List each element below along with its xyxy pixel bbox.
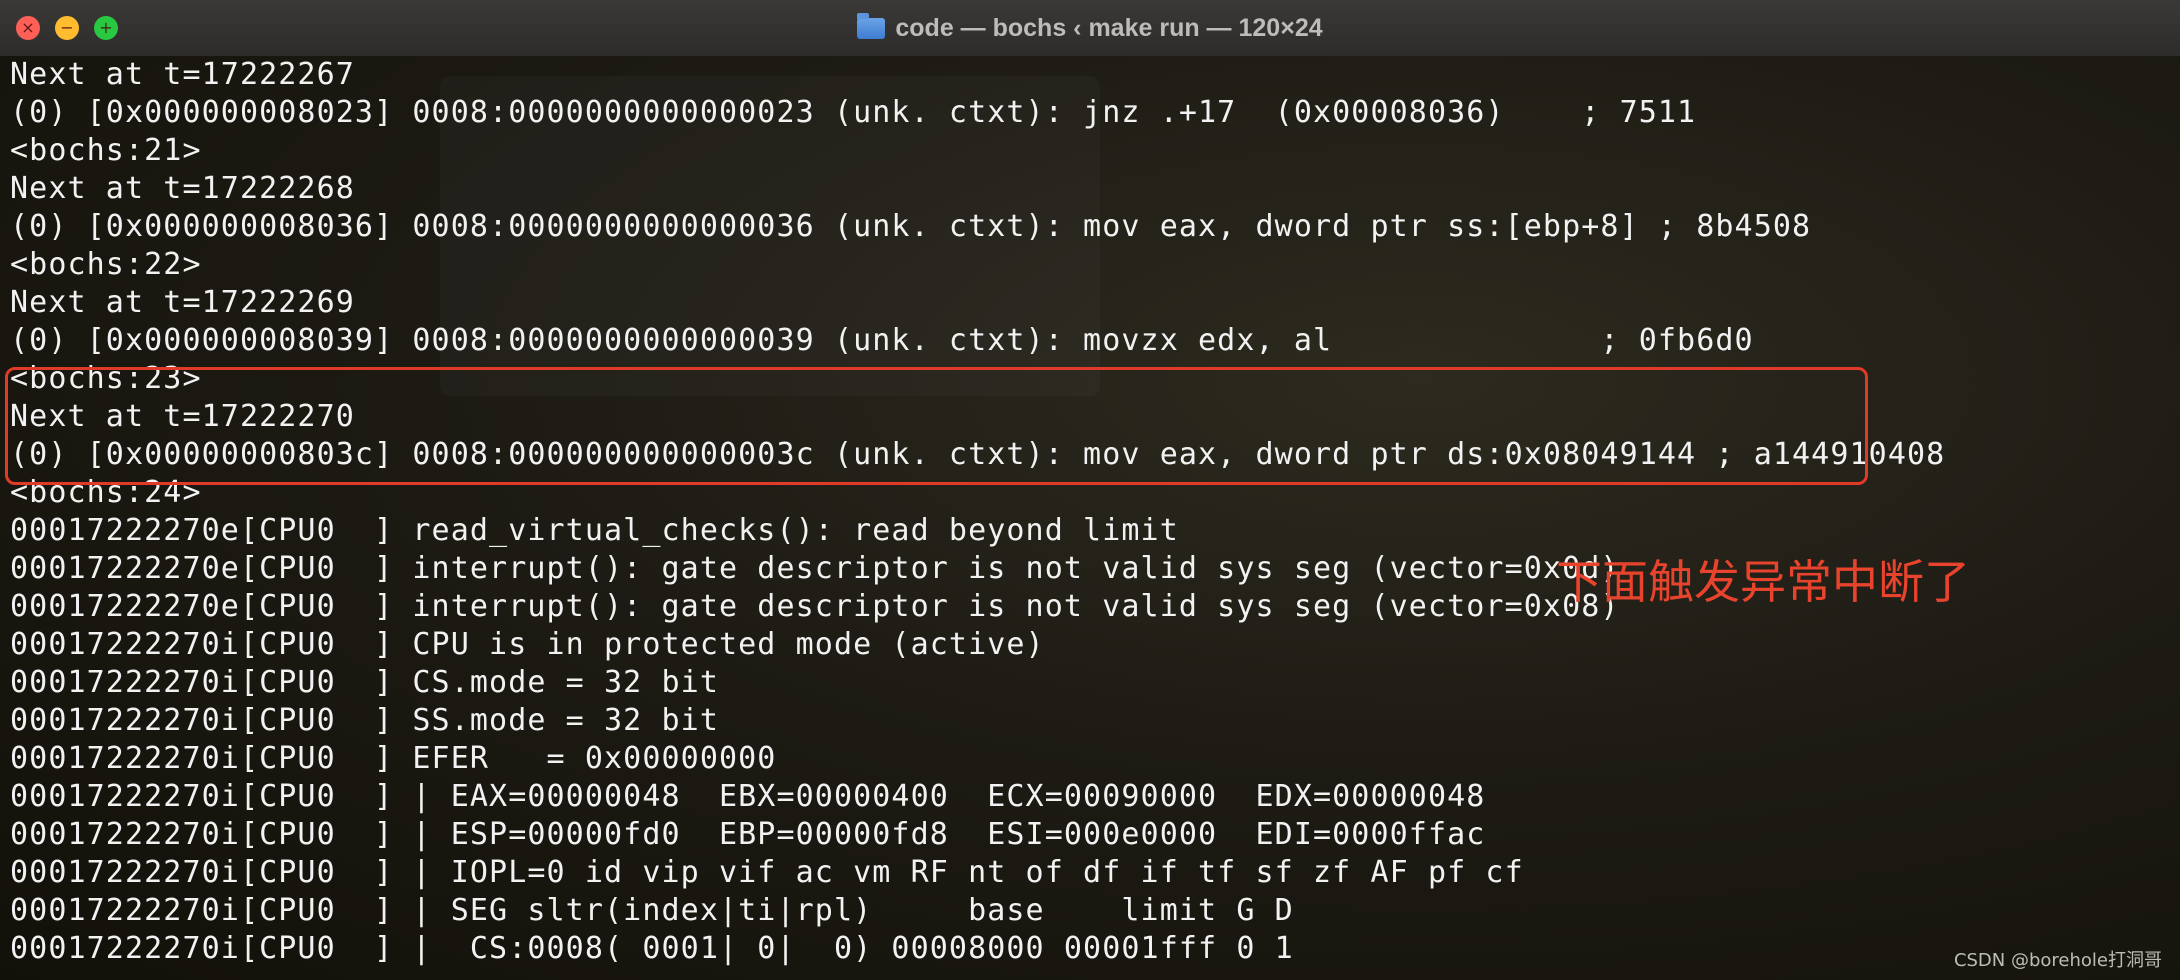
window-title-text: code — bochs ‹ make run — 120×24 — [895, 14, 1323, 42]
folder-icon — [857, 13, 886, 39]
terminal-line: 00017222270i[CPU0 ] | EAX=00000048 EBX=0… — [10, 779, 1486, 814]
terminal-content[interactable]: Next at t=17222267 (0) [0x000000008023] … — [0, 56, 2180, 980]
terminal-line: 00017222270i[CPU0 ] SS.mode = 32 bit — [10, 703, 719, 738]
terminal-line: 00017222270i[CPU0 ] | CS:0008( 0001| 0| … — [10, 931, 1294, 966]
terminal-line: 00017222270i[CPU0 ] | SEG sltr(index|ti|… — [10, 893, 1294, 928]
terminal-line: (0) [0x000000008039] 0008:00000000000000… — [10, 323, 1754, 358]
highlight-box — [5, 367, 1868, 485]
terminal-line: 00017222270e[CPU0 ] read_virtual_checks(… — [10, 513, 1179, 548]
title-bar[interactable]: × − + code — bochs ‹ make run — 120×24 — [0, 0, 2180, 57]
terminal-line: 00017222270i[CPU0 ] EFER = 0x00000000 — [10, 741, 777, 776]
terminal-line: Next at t=17222268 — [10, 171, 355, 206]
window-title: code — bochs ‹ make run — 120×24 — [0, 0, 2180, 56]
terminal-window: × − + code — bochs ‹ make run — 120×24 N… — [0, 0, 2180, 980]
terminal-line: (0) [0x000000008036] 0008:00000000000000… — [10, 209, 1812, 244]
annotation-text: 下面触发异常中断了 — [1556, 555, 1970, 609]
terminal-output: Next at t=17222267 (0) [0x000000008023] … — [10, 56, 1945, 968]
terminal-line: <bochs:21> — [10, 133, 202, 168]
terminal-line: 00017222270i[CPU0 ] CPU is in protected … — [10, 627, 1045, 662]
terminal-line: 00017222270i[CPU0 ] | ESP=00000fd0 EBP=0… — [10, 817, 1486, 852]
terminal-line: Next at t=17222267 — [10, 57, 355, 92]
terminal-line: <bochs:22> — [10, 247, 202, 282]
terminal-line: (0) [0x000000008023] 0008:00000000000000… — [10, 95, 1697, 130]
watermark: CSDN @borehole打洞哥 — [1953, 950, 2162, 971]
terminal-line: Next at t=17222269 — [10, 285, 355, 320]
terminal-line: 00017222270i[CPU0 ] CS.mode = 32 bit — [10, 665, 719, 700]
terminal-line: 00017222270i[CPU0 ] | IOPL=0 id vip vif … — [10, 855, 1524, 890]
